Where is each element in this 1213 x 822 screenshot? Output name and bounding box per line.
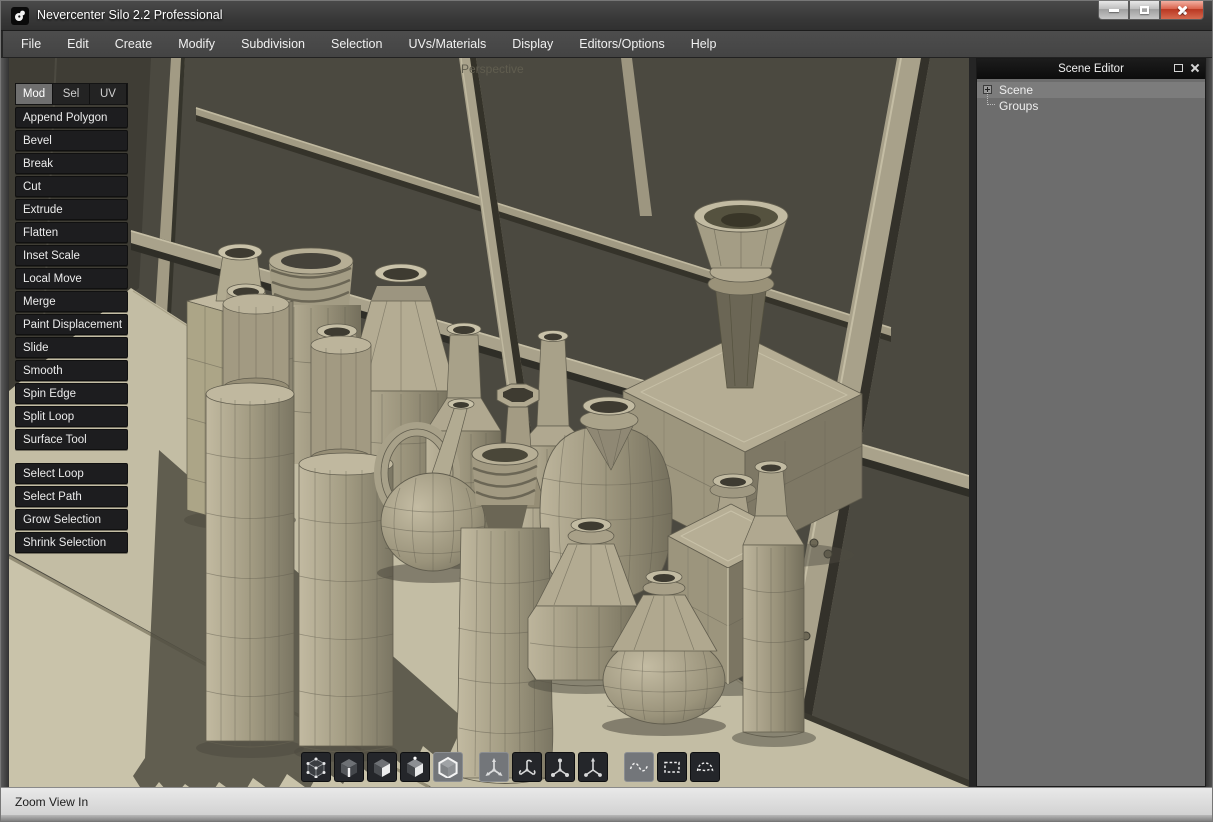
- tree-branch-line: [987, 92, 995, 105]
- menu-selection[interactable]: Selection: [331, 37, 382, 51]
- tool-button-cut[interactable]: Cut: [15, 176, 128, 197]
- toolbox-tabs: ModSelUV: [15, 83, 128, 105]
- toolbox-tab-mod[interactable]: Mod: [16, 84, 53, 104]
- toolbox-tab-sel[interactable]: Sel: [53, 84, 90, 104]
- viewport-3d[interactable]: Perspective ModSelUV Append PolygonBevel…: [9, 58, 969, 787]
- viewport-label: Perspective: [461, 62, 524, 76]
- paint-select-button[interactable]: [690, 752, 720, 782]
- object-mode-button[interactable]: [433, 752, 463, 782]
- menu-edit[interactable]: Edit: [67, 37, 89, 51]
- tool-button-smooth[interactable]: Smooth: [15, 360, 128, 381]
- lasso-select-icon: [628, 756, 650, 778]
- tool-button-flatten[interactable]: Flatten: [15, 222, 128, 243]
- tool-button-merge[interactable]: Merge: [15, 291, 128, 312]
- scale-manipulator-icon: [549, 756, 571, 778]
- toolbox-tab-uv[interactable]: UV: [90, 84, 127, 104]
- scale-manipulator-button[interactable]: [545, 752, 575, 782]
- window-frame-bottom: [1, 815, 1213, 822]
- object-mode-icon: [437, 756, 459, 778]
- multi-mode-icon: [404, 756, 426, 778]
- rotate-manipulator-button[interactable]: [512, 752, 542, 782]
- menu-help[interactable]: Help: [691, 37, 717, 51]
- app-window: Nevercenter Silo 2.2 Professional File Ed…: [0, 0, 1213, 822]
- minimize-button[interactable]: [1098, 1, 1129, 20]
- tool-button-paint-displacement[interactable]: Paint Displacement: [15, 314, 128, 335]
- tool-button-extrude[interactable]: Extrude: [15, 199, 128, 220]
- menu-subdivision[interactable]: Subdivision: [241, 37, 305, 51]
- face-mode-icon: [371, 756, 393, 778]
- toolbar-group-component-mode: [301, 752, 463, 782]
- tool-button-local-move[interactable]: Local Move: [15, 268, 128, 289]
- panel-close-icon[interactable]: [1190, 63, 1200, 73]
- move-manipulator-icon: [483, 756, 505, 778]
- move-manipulator-button[interactable]: [479, 752, 509, 782]
- marquee-select-button[interactable]: [657, 752, 687, 782]
- tool-button-spin-edge[interactable]: Spin Edge: [15, 383, 128, 404]
- tool-button-grow-selection[interactable]: Grow Selection: [15, 509, 128, 530]
- multi-manipulator-button[interactable]: [578, 752, 608, 782]
- face-mode-button[interactable]: [367, 752, 397, 782]
- minimize-icon: [1109, 9, 1119, 12]
- lasso-select-button[interactable]: [624, 752, 654, 782]
- close-icon: [1176, 5, 1188, 15]
- main-area: Perspective ModSelUV Append PolygonBevel…: [1, 58, 1213, 787]
- tool-button-inset-scale[interactable]: Inset Scale: [15, 245, 128, 266]
- scene-editor-panel: Scene Editor Scene Groups: [976, 58, 1206, 787]
- viewport-canvas[interactable]: [9, 58, 969, 787]
- scene-tree-item-groups[interactable]: Groups: [977, 98, 1205, 114]
- toolbar-group-selection-style: [624, 752, 720, 782]
- menu-display[interactable]: Display: [512, 37, 553, 51]
- panel-maximize-icon[interactable]: [1174, 64, 1183, 72]
- maximize-button[interactable]: [1129, 1, 1160, 20]
- window-frame-right: [1206, 58, 1213, 787]
- maximize-icon: [1140, 6, 1149, 14]
- paint-select-icon: [694, 756, 716, 778]
- vertex-mode-button[interactable]: [301, 752, 331, 782]
- menu-file[interactable]: File: [21, 37, 41, 51]
- tool-button-append-polygon[interactable]: Append Polygon: [15, 107, 128, 128]
- status-bar: Zoom View In: [1, 787, 1213, 815]
- rotate-manipulator-icon: [516, 756, 538, 778]
- toolbox-panel: ModSelUV Append PolygonBevelBreakCutExtr…: [15, 83, 128, 553]
- tool-button-split-loop[interactable]: Split Loop: [15, 406, 128, 427]
- menu-editors-options[interactable]: Editors/Options: [579, 37, 664, 51]
- multi-manipulator-icon: [582, 756, 604, 778]
- tree-item-label: Scene: [999, 83, 1033, 97]
- tool-button-bevel[interactable]: Bevel: [15, 130, 128, 151]
- scene-editor-titlebar[interactable]: Scene Editor: [977, 59, 1205, 79]
- menu-create[interactable]: Create: [115, 37, 153, 51]
- bottom-toolbar: [301, 752, 720, 782]
- toolbar-group-manipulator: [479, 752, 608, 782]
- vertex-mode-icon: [305, 756, 327, 778]
- marquee-select-icon: [661, 756, 683, 778]
- menu-bar: File Edit Create Modify Subdivision Selection…: [3, 31, 1212, 58]
- app-logo-icon: [11, 7, 29, 25]
- multi-mode-button[interactable]: [400, 752, 430, 782]
- window-frame-left: [1, 58, 9, 787]
- tool-button-select-path[interactable]: Select Path: [15, 486, 128, 507]
- tool-button-surface-tool[interactable]: Surface Tool: [15, 429, 128, 450]
- scene-tree-item-scene[interactable]: Scene: [977, 82, 1205, 98]
- menu-modify[interactable]: Modify: [178, 37, 215, 51]
- status-text: Zoom View In: [15, 795, 88, 809]
- scene-editor-title: Scene Editor: [977, 63, 1205, 75]
- scene-tree: Scene Groups: [977, 79, 1205, 114]
- close-button[interactable]: [1160, 1, 1204, 20]
- tool-button-break[interactable]: Break: [15, 153, 128, 174]
- tool-button-slide[interactable]: Slide: [15, 337, 128, 358]
- window-title: Nevercenter Silo 2.2 Professional: [37, 8, 223, 22]
- tool-button-shrink-selection[interactable]: Shrink Selection: [15, 532, 128, 553]
- title-bar[interactable]: Nevercenter Silo 2.2 Professional: [1, 1, 1212, 31]
- tool-button-select-loop[interactable]: Select Loop: [15, 463, 128, 484]
- menu-uvs-materials[interactable]: UVs/Materials: [408, 37, 486, 51]
- edge-mode-icon: [338, 756, 360, 778]
- edge-mode-button[interactable]: [334, 752, 364, 782]
- tree-item-label: Groups: [999, 99, 1038, 113]
